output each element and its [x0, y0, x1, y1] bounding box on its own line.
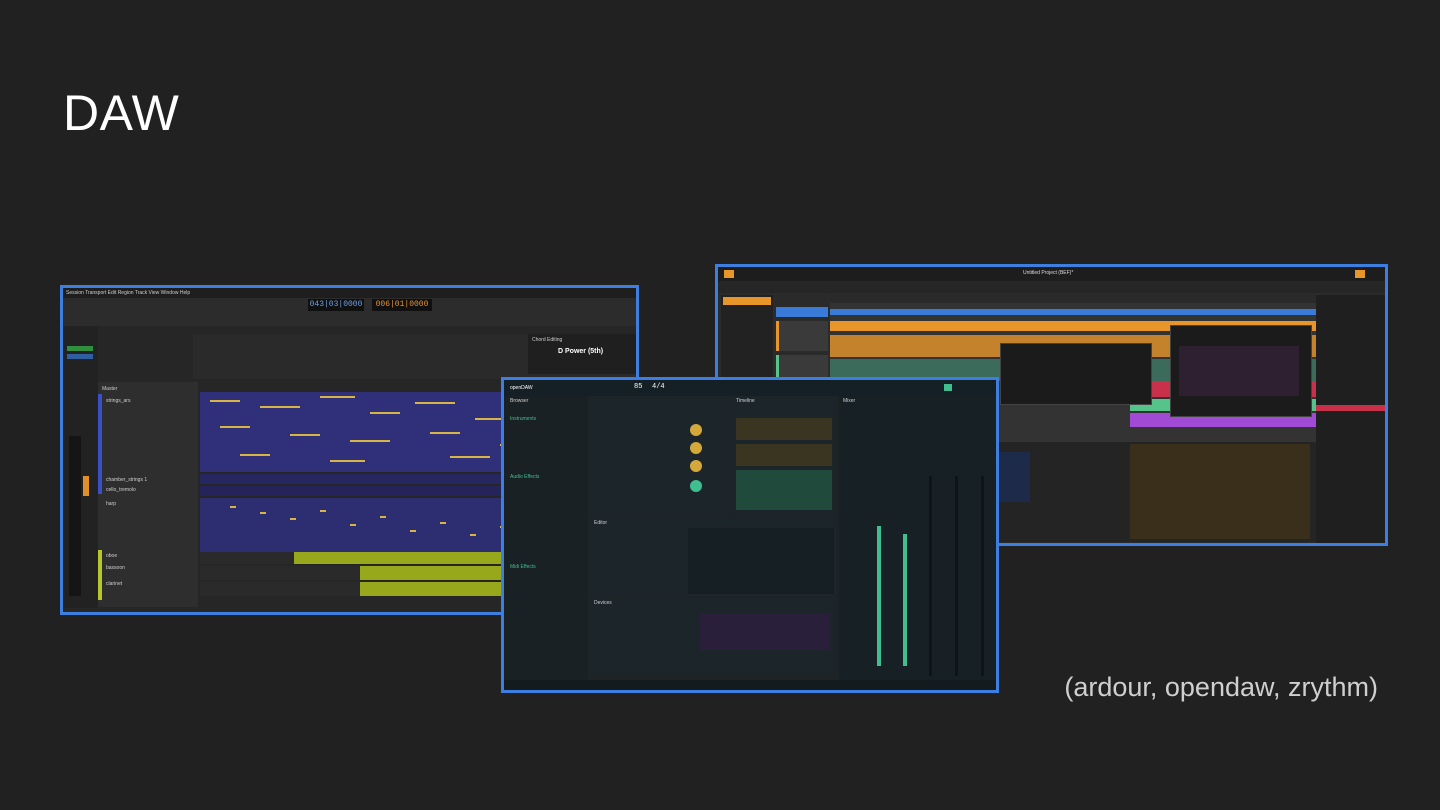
zrythm-menu-button[interactable]	[724, 270, 734, 278]
ardour-side-tag-green	[67, 346, 93, 351]
plugin-window-1[interactable]	[1000, 343, 1152, 405]
ardour-master-meter	[69, 436, 81, 596]
inspector-tab[interactable]	[723, 297, 771, 305]
ardour-editor-sidebar	[63, 326, 98, 608]
track-header-clarinet[interactable]: clarinet	[106, 581, 122, 587]
zrythm-toolbar	[718, 281, 1385, 293]
slide-title: DAW	[63, 85, 180, 141]
track-header-bassoon[interactable]: bassoon	[106, 565, 125, 571]
track-header-master[interactable]: Master	[102, 386, 117, 392]
track-header-oboe[interactable]: oboe	[106, 553, 117, 559]
ardour-side-tag-blue	[67, 354, 93, 359]
opendaw-status-bar	[504, 680, 996, 690]
plugin-window-2[interactable]	[1170, 325, 1312, 417]
channel-fader-4[interactable]	[955, 476, 958, 676]
editor-section-label: Editor	[594, 520, 608, 526]
plugin-graph	[1179, 346, 1299, 396]
browser-instruments-label: Instruments	[510, 416, 537, 422]
devices-section-label: Devices	[594, 600, 612, 606]
channel-fader-5[interactable]	[981, 476, 984, 676]
opendaw-layout-button[interactable]	[944, 384, 952, 391]
ardour-primary-clock[interactable]: 043|03|0000	[308, 299, 364, 311]
browser-selected-item[interactable]	[1316, 405, 1385, 411]
browser-section-label: Browser	[510, 398, 529, 404]
knob-1[interactable]	[690, 424, 702, 436]
track-chords[interactable]	[776, 307, 828, 317]
mixer-strips	[1130, 444, 1310, 539]
opendaw-browser: Browser Instruments Audio Effects Midi E…	[504, 396, 588, 688]
opendaw-tempo[interactable]: 85	[634, 383, 642, 391]
note-editor-grid[interactable]	[688, 528, 834, 594]
chord-track-lane	[830, 309, 1316, 315]
knob-4[interactable]	[690, 480, 702, 492]
zrythm-ruler	[830, 295, 1316, 303]
opendaw-mixer: Mixer	[839, 396, 996, 688]
woodwinds-group-tab[interactable]	[98, 550, 102, 600]
zrythm-window-title: Untitled Project (BEF)*	[1023, 270, 1074, 276]
track-orange[interactable]	[776, 321, 828, 351]
track-header-harp[interactable]: harp	[106, 501, 116, 507]
ardour-chord-panel: Chord Editing D Power (5th)	[528, 334, 636, 374]
opendaw-screenshot: openDAW 85 4/4 Browser Instruments Audio…	[501, 377, 999, 693]
opendaw-editor: Editor	[590, 518, 836, 596]
reverb-curve[interactable]	[700, 614, 830, 650]
opendaw-meter[interactable]: 4/4	[652, 383, 665, 391]
chord-name: D Power (5th)	[558, 348, 604, 355]
track-header-chamber-strings[interactable]: chamber_strings 1	[106, 477, 147, 483]
chord-panel-title: Chord Editing	[532, 337, 563, 343]
knob-3[interactable]	[690, 460, 702, 472]
slide-caption: (ardour, opendaw, zrythm)	[1064, 672, 1378, 702]
ardour-secondary-clock[interactable]: 006|01|0000	[372, 299, 432, 311]
timeline-section-label: Timeline	[736, 398, 755, 404]
channel-meter-2	[903, 534, 907, 666]
ardour-menu-text: Session Transport Edit Region Track View…	[66, 290, 191, 296]
track-header-strings[interactable]: strings_ars	[106, 398, 130, 404]
zrythm-plugin-browser	[1316, 295, 1385, 543]
opendaw-topbar: openDAW 85 4/4	[504, 380, 996, 396]
timeline-region-2[interactable]	[736, 444, 832, 466]
zrythm-titlebar: Untitled Project (BEF)*	[718, 267, 1385, 281]
opendaw-logo: openDAW	[510, 385, 533, 391]
opendaw-timeline: Timeline	[732, 396, 836, 516]
track-header-cello[interactable]: cello_tremolo	[106, 487, 136, 493]
knob-2[interactable]	[690, 442, 702, 454]
browser-audio-effects-label: Audio Effects	[510, 474, 540, 480]
opendaw-instrument-list	[590, 396, 730, 516]
channel-fader-3[interactable]	[929, 476, 932, 676]
strings-group-tab[interactable]	[98, 394, 102, 494]
timeline-region-1[interactable]	[736, 418, 832, 440]
zrythm-window-button[interactable]	[1355, 270, 1365, 278]
ardour-fader-knob[interactable]	[83, 476, 89, 496]
browser-midi-effects-label: Midi Effects	[510, 564, 536, 570]
timeline-region-3[interactable]	[736, 470, 832, 510]
mixer-section-label: Mixer	[843, 398, 856, 404]
opendaw-device-panel: Devices	[590, 598, 836, 673]
channel-meter-1	[877, 526, 881, 666]
ardour-track-headers: Master strings_ars chamber_strings 1 cel…	[98, 382, 198, 607]
